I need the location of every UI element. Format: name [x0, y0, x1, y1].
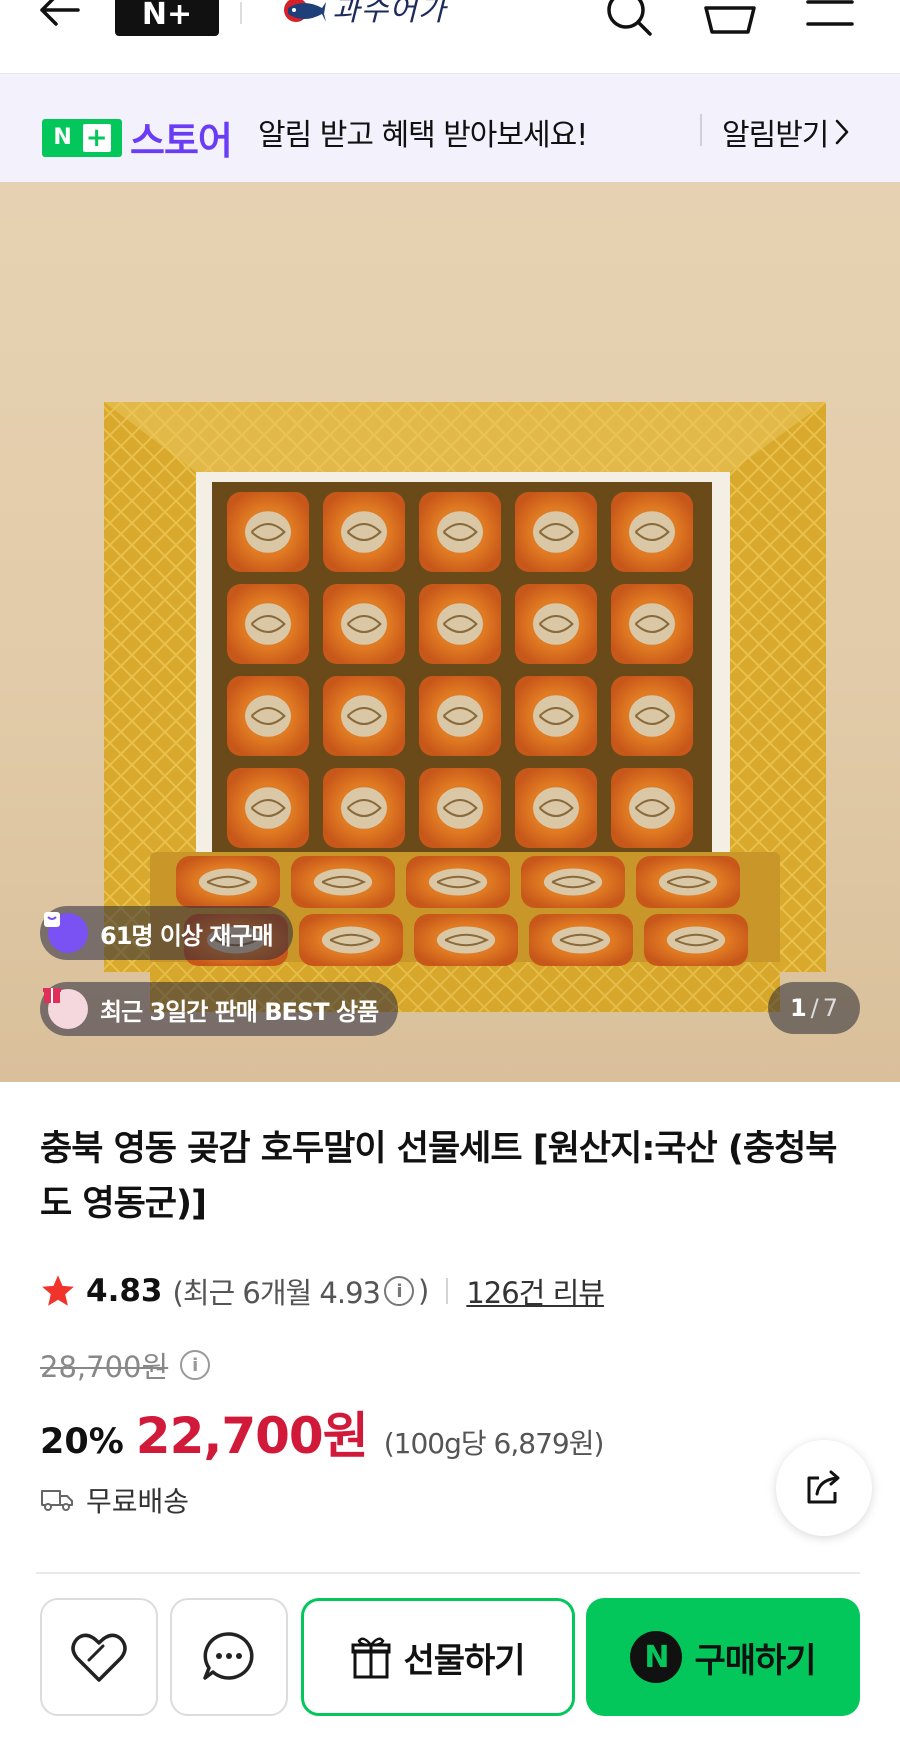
- truck-icon: [41, 1490, 73, 1511]
- persimmon-walnut-roll: [419, 676, 501, 756]
- persimmon-walnut-roll: [529, 914, 633, 966]
- fish-logo-icon: [284, 0, 326, 22]
- persimmon-walnut-roll: [227, 768, 309, 848]
- persimmon-walnut-roll: [227, 676, 309, 756]
- talk-button[interactable]: [170, 1598, 288, 1716]
- persimmon-walnut-roll: [227, 584, 309, 664]
- persimmon-walnut-roll: [227, 492, 309, 572]
- best-seller-badge: 최근 3일간 판매 BEST 상품: [40, 982, 399, 1036]
- persimmon-walnut-roll: [611, 676, 693, 756]
- persimmon-walnut-roll: [611, 584, 693, 664]
- persimmon-walnut-roll: [419, 492, 501, 572]
- persimmon-walnut-roll: [515, 492, 597, 572]
- price-info-icon[interactable]: i: [180, 1350, 211, 1380]
- product-image-carousel[interactable]: 61명 이상 재구매 최근 3일간 판매 BEST 상품 1 / 7: [0, 182, 900, 1082]
- search-icon[interactable]: [602, 0, 658, 40]
- persimmon-walnut-roll: [636, 856, 740, 908]
- cart-icon[interactable]: [702, 0, 758, 40]
- original-price: 28,700원: [40, 1350, 169, 1384]
- naver-plus-logo[interactable]: N+: [115, 0, 219, 36]
- nav-divider: [240, 2, 242, 24]
- discount-rate: 20%: [40, 1422, 124, 1462]
- gift-button[interactable]: 선물하기: [301, 1598, 575, 1716]
- persimmon-walnut-roll: [323, 584, 405, 664]
- rating-divider: [446, 1278, 449, 1304]
- shipping-info: 무료배송: [40, 1480, 189, 1520]
- rating-score: 4.83: [86, 1273, 163, 1309]
- persimmon-walnut-roll: [644, 914, 748, 966]
- persimmon-walnut-roll: [323, 492, 405, 572]
- image-counter: 1 / 7: [768, 982, 860, 1034]
- share-icon: [807, 1470, 840, 1504]
- persimmon-walnut-roll: [515, 676, 597, 756]
- persimmon-walnut-roll: [419, 584, 501, 664]
- buy-button[interactable]: N 구매하기: [586, 1598, 860, 1716]
- store-label: 스토어: [130, 119, 233, 163]
- persimmon-walnut-roll: [406, 856, 510, 908]
- star-icon: [42, 1275, 74, 1306]
- chevron-right-icon: [836, 119, 849, 145]
- share-button[interactable]: [776, 1440, 872, 1536]
- back-arrow-icon[interactable]: [34, 0, 88, 40]
- product-title: 충북 영동 곶감 호두말이 선물세트 [원산지:국산 (충청북도 영동군)]: [40, 1129, 838, 1224]
- naver-pay-icon: N: [630, 1631, 683, 1683]
- top-nav: N+ 과수어가: [0, 0, 900, 74]
- naver-store-logo: N + 스토어: [42, 110, 233, 165]
- persimmon-walnut-roll: [515, 584, 597, 664]
- brand-name: 과수어가: [332, 0, 447, 28]
- unit-price: (100g당 6,879원): [383, 1427, 605, 1460]
- rating-row: 4.83 (최근 6개월 4.93 i ) 126건 리뷰: [40, 1268, 605, 1314]
- recent-rating: (최근 6개월 4.93 i ): [172, 1274, 430, 1310]
- persimmon-walnut-roll: [414, 914, 518, 966]
- menu-icon[interactable]: [802, 0, 858, 40]
- persimmon-walnut-roll: [299, 914, 403, 966]
- persimmon-walnut-roll: [323, 676, 405, 756]
- notify-button[interactable]: 알림받기: [722, 110, 850, 154]
- gift-icon: [351, 1637, 391, 1679]
- persimmon-walnut-roll: [419, 768, 501, 848]
- bottom-action-bar: 선물하기 N 구매하기: [0, 1574, 900, 1739]
- persimmon-walnut-roll: [515, 768, 597, 848]
- brand-logo[interactable]: 과수어가: [282, 0, 446, 34]
- persimmon-walnut-roll: [611, 768, 693, 848]
- price-row: 20% 22,700원 (100g당 6,879원): [40, 1396, 605, 1468]
- naver-plus-badge: N +: [42, 118, 122, 157]
- heart-icon: [71, 1633, 127, 1682]
- repurchase-badge: 61명 이상 재구매: [40, 906, 293, 960]
- persimmon-walnut-roll: [611, 492, 693, 572]
- chat-bubble-icon: [203, 1632, 254, 1680]
- review-link[interactable]: 126건 리뷰: [466, 1270, 605, 1312]
- wishlist-button[interactable]: [40, 1598, 158, 1716]
- banner-divider: [700, 114, 702, 146]
- sale-price: 22,700원: [135, 1407, 369, 1465]
- banner-message: 알림 받고 혜택 받아보세요!: [258, 118, 588, 153]
- shopping-bag-icon: [44, 912, 88, 953]
- persimmon-walnut-roll: [291, 856, 395, 908]
- gift-box-icon: [43, 988, 88, 1029]
- persimmon-walnut-roll: [521, 856, 625, 908]
- info-icon[interactable]: i: [384, 1276, 414, 1306]
- original-price-row: 28,700원 i: [40, 1344, 211, 1386]
- persimmon-walnut-roll: [176, 856, 280, 908]
- persimmon-walnut-roll: [323, 768, 405, 848]
- notification-banner: N + 스토어 알림 받고 혜택 받아보세요! 알림받기: [0, 74, 900, 182]
